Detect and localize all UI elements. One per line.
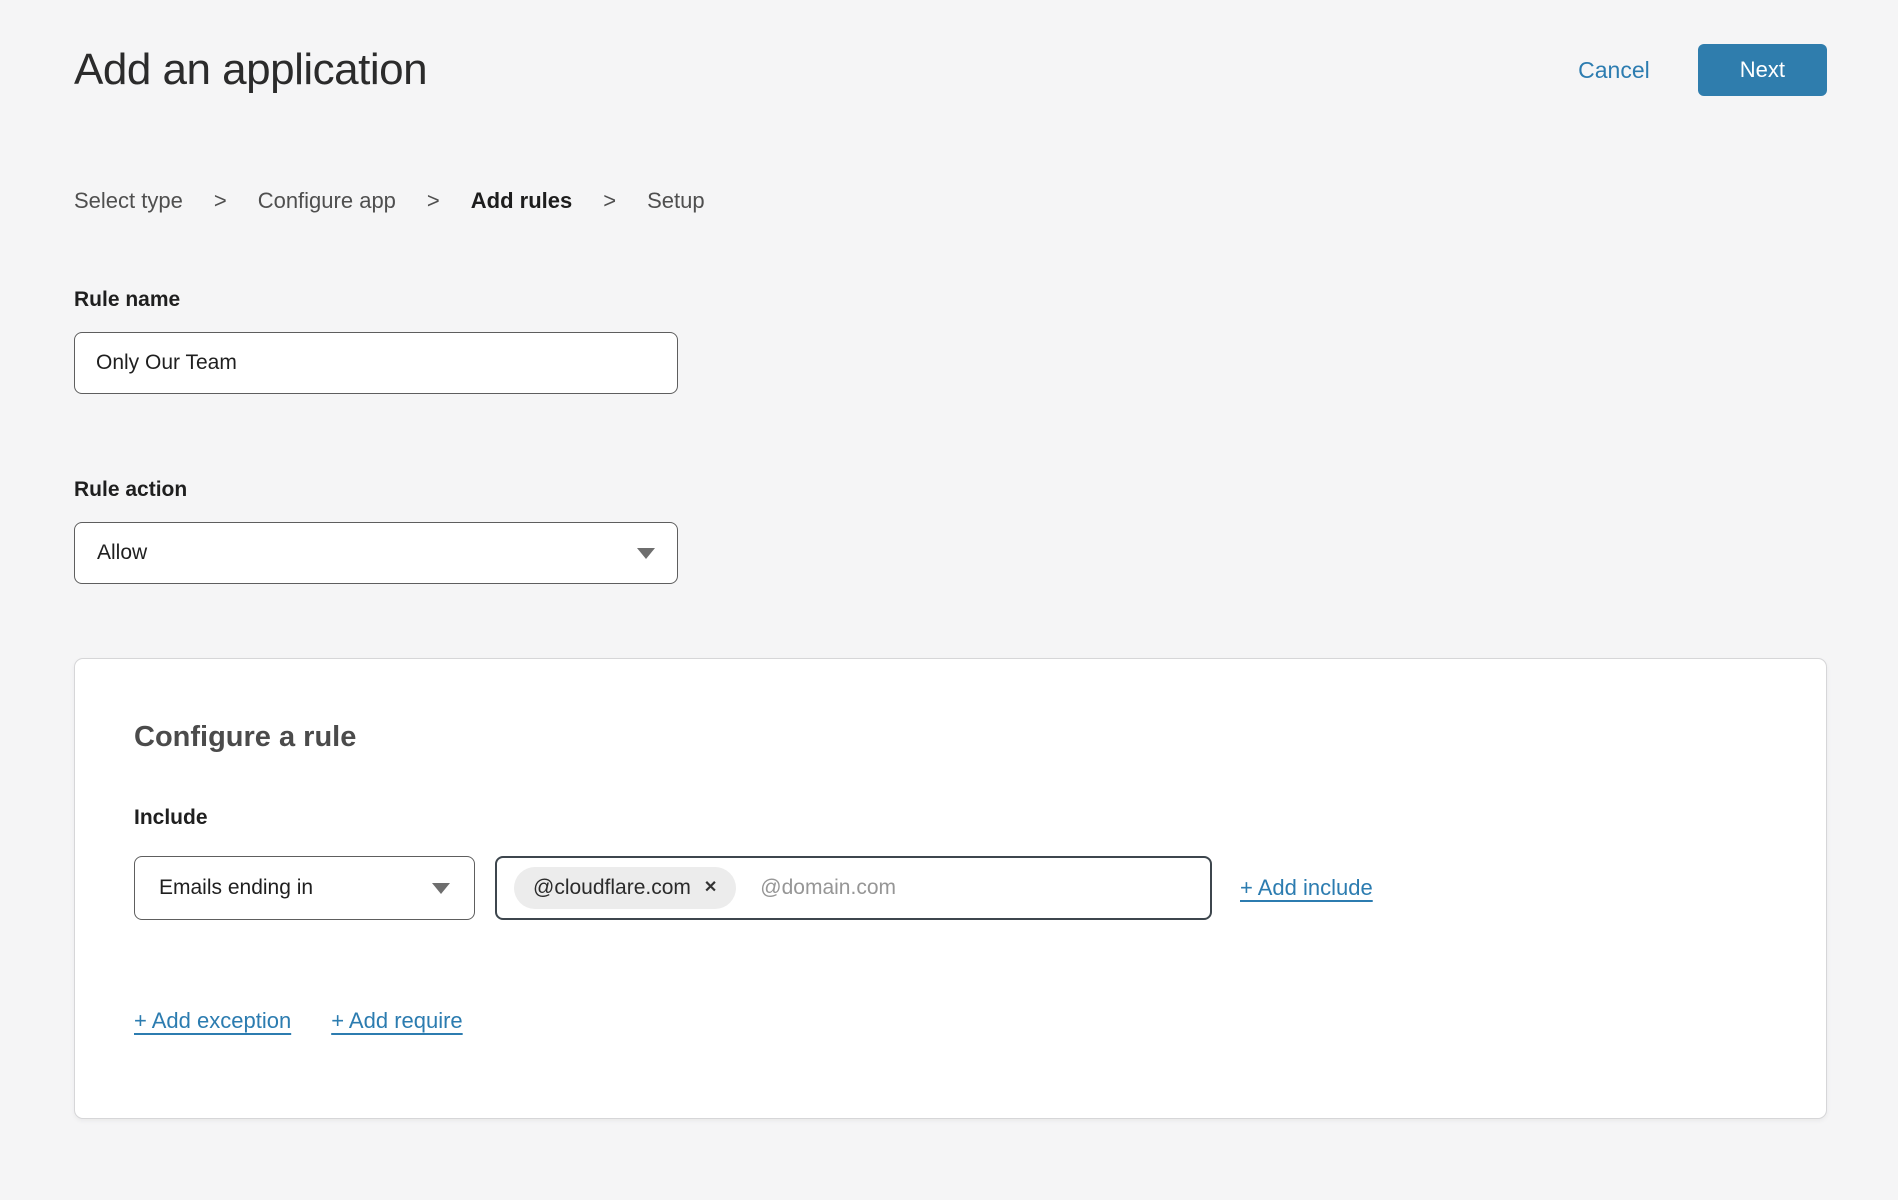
include-criteria-selected-value: Emails ending in — [159, 876, 313, 900]
breadcrumb-step-setup[interactable]: Setup — [647, 188, 705, 214]
header-actions: Cancel Next — [1578, 44, 1827, 96]
cancel-button[interactable]: Cancel — [1578, 57, 1650, 84]
breadcrumb-step-add-rules: Add rules — [471, 188, 572, 214]
breadcrumb-step-configure-app[interactable]: Configure app — [258, 188, 396, 214]
include-row: Emails ending in @cloudflare.com ✕ + Add… — [134, 856, 1767, 920]
breadcrumb-step-select-type[interactable]: Select type — [74, 188, 183, 214]
rule-action-label: Rule action — [74, 478, 1827, 502]
include-label: Include — [134, 806, 1767, 830]
page-header: Add an application Cancel Next — [74, 44, 1827, 96]
chevron-down-icon — [432, 883, 450, 894]
breadcrumb: Select type > Configure app > Add rules … — [74, 188, 1827, 214]
breadcrumb-separator: > — [603, 188, 616, 214]
next-button[interactable]: Next — [1698, 44, 1827, 96]
breadcrumb-separator: > — [427, 188, 440, 214]
rule-name-input[interactable] — [74, 332, 678, 394]
add-require-link[interactable]: + Add require — [331, 1008, 462, 1034]
rule-action-select[interactable]: Allow — [74, 522, 678, 584]
configure-rule-card: Configure a rule Include Emails ending i… — [74, 658, 1827, 1119]
rule-name-label: Rule name — [74, 288, 1827, 312]
breadcrumb-separator: > — [214, 188, 227, 214]
add-include-link[interactable]: + Add include — [1240, 875, 1373, 901]
add-exception-link[interactable]: + Add exception — [134, 1008, 291, 1034]
tag-chip-label: @cloudflare.com — [533, 876, 691, 900]
add-application-page: Add an application Cancel Next Select ty… — [0, 0, 1898, 1200]
rule-action-selected-value: Allow — [97, 541, 147, 565]
include-value-input[interactable] — [760, 876, 1198, 900]
chevron-down-icon — [637, 548, 655, 559]
remove-tag-icon[interactable]: ✕ — [704, 880, 717, 896]
include-criteria-select[interactable]: Emails ending in — [134, 856, 475, 920]
tag-chip: @cloudflare.com ✕ — [514, 867, 736, 909]
card-bottom-links: + Add exception + Add require — [134, 1008, 1767, 1034]
rule-card-title: Configure a rule — [134, 721, 1767, 754]
page-title: Add an application — [74, 45, 427, 95]
include-value-tag-input[interactable]: @cloudflare.com ✕ — [495, 856, 1212, 920]
